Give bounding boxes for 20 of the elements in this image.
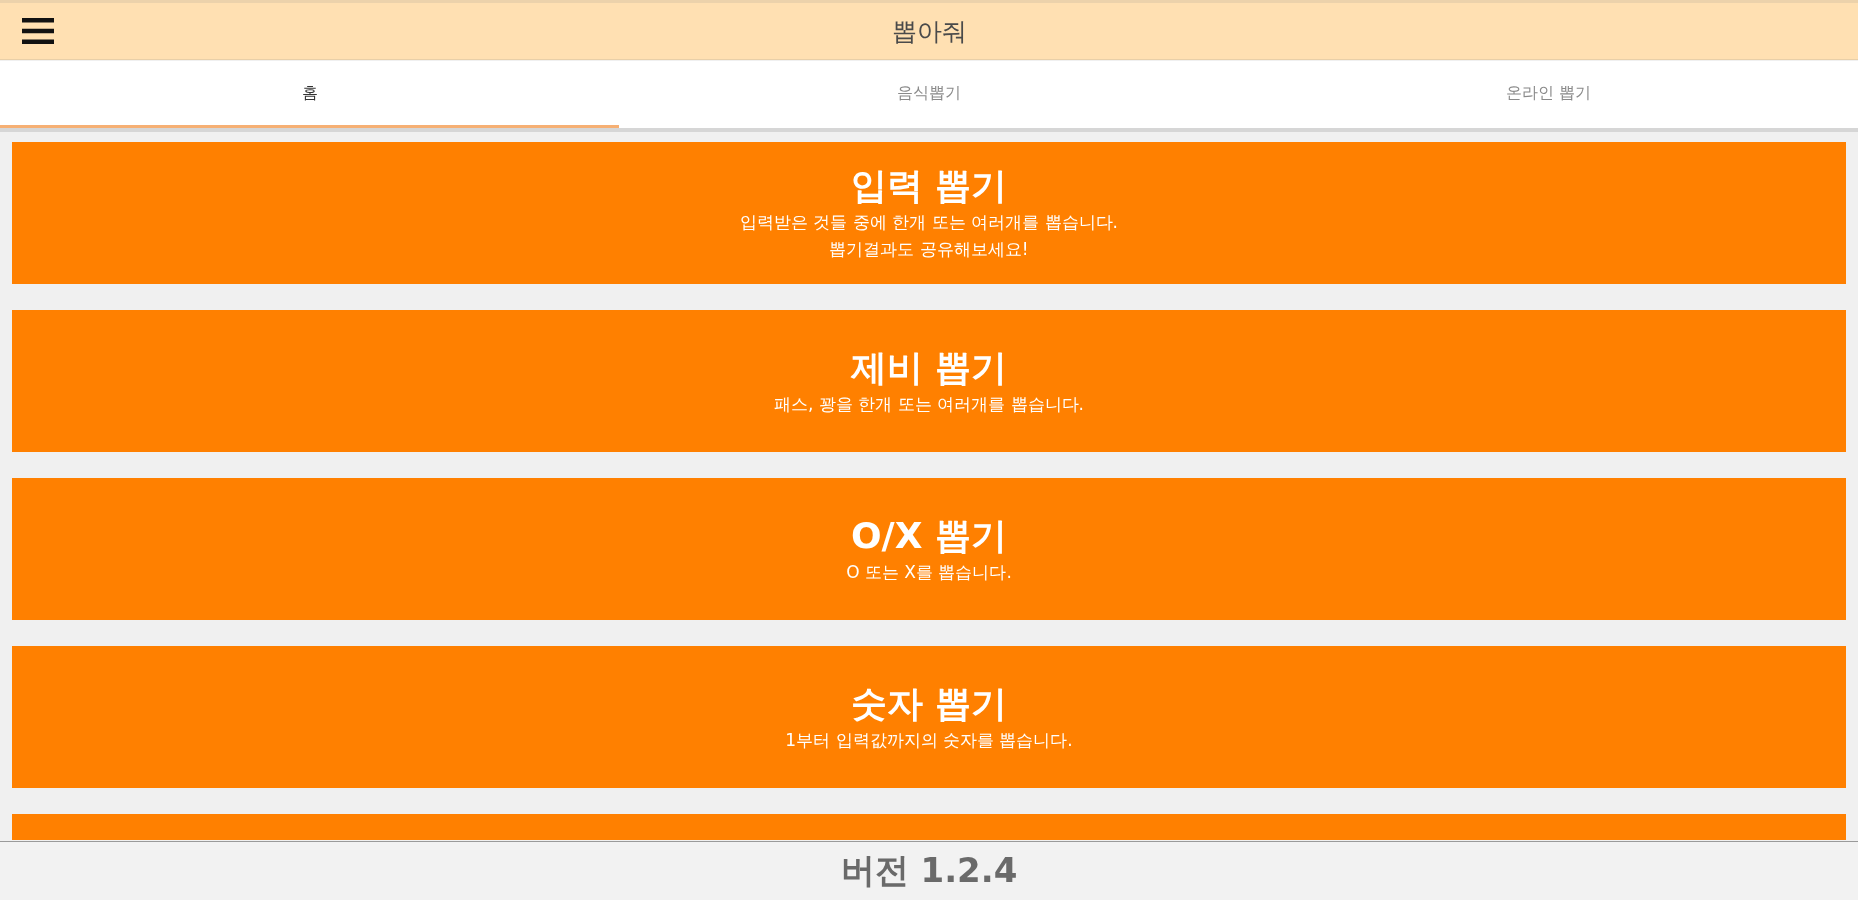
- menu-icon: [22, 18, 54, 44]
- menu-card[interactable]: 제비 뽑기 패스, 꽝을 한개 또는 여러개를 뽑습니다.: [12, 310, 1846, 452]
- card-title: O/X 뽑기: [850, 513, 1007, 558]
- menu-button[interactable]: [22, 18, 54, 44]
- menu-card[interactable]: 입력 뽑기 입력받은 것들 중에 한개 또는 여러개를 뽑습니다. 뽑기결과도 공유해보세요!: [12, 142, 1846, 284]
- card-description: 뽑기결과도 공유해보세요!: [829, 238, 1029, 261]
- tab[interactable]: 음식뽑기: [619, 61, 1239, 128]
- version-label: 버전 1.2.4: [840, 849, 1018, 892]
- menu-card[interactable]: O/X 뽑기 O 또는 X를 뽑습니다.: [12, 478, 1846, 620]
- app-title: 뽑아줘: [891, 15, 967, 48]
- card-description: O 또는 X를 뽑습니다.: [846, 560, 1012, 584]
- card-title: 숫자 뽑기: [850, 681, 1008, 726]
- menu-card[interactable]: 숫자 뽑기 1부터 입력값까지의 숫자를 뽑습니다.: [12, 646, 1846, 788]
- card-description: 패스, 꽝을 한개 또는 여러개를 뽑습니다.: [774, 392, 1084, 416]
- tab[interactable]: 온라인 뽑기: [1238, 61, 1858, 128]
- tab[interactable]: 홈: [0, 61, 620, 128]
- card-title: 제비 뽑기: [850, 345, 1008, 390]
- card-description: 입력받은 것들 중에 한개 또는 여러개를 뽑습니다.: [740, 211, 1118, 234]
- card-title: 입력 뽑기: [850, 164, 1008, 208]
- card-description: 1부터 입력값까지의 숫자를 뽑습니다.: [785, 728, 1073, 752]
